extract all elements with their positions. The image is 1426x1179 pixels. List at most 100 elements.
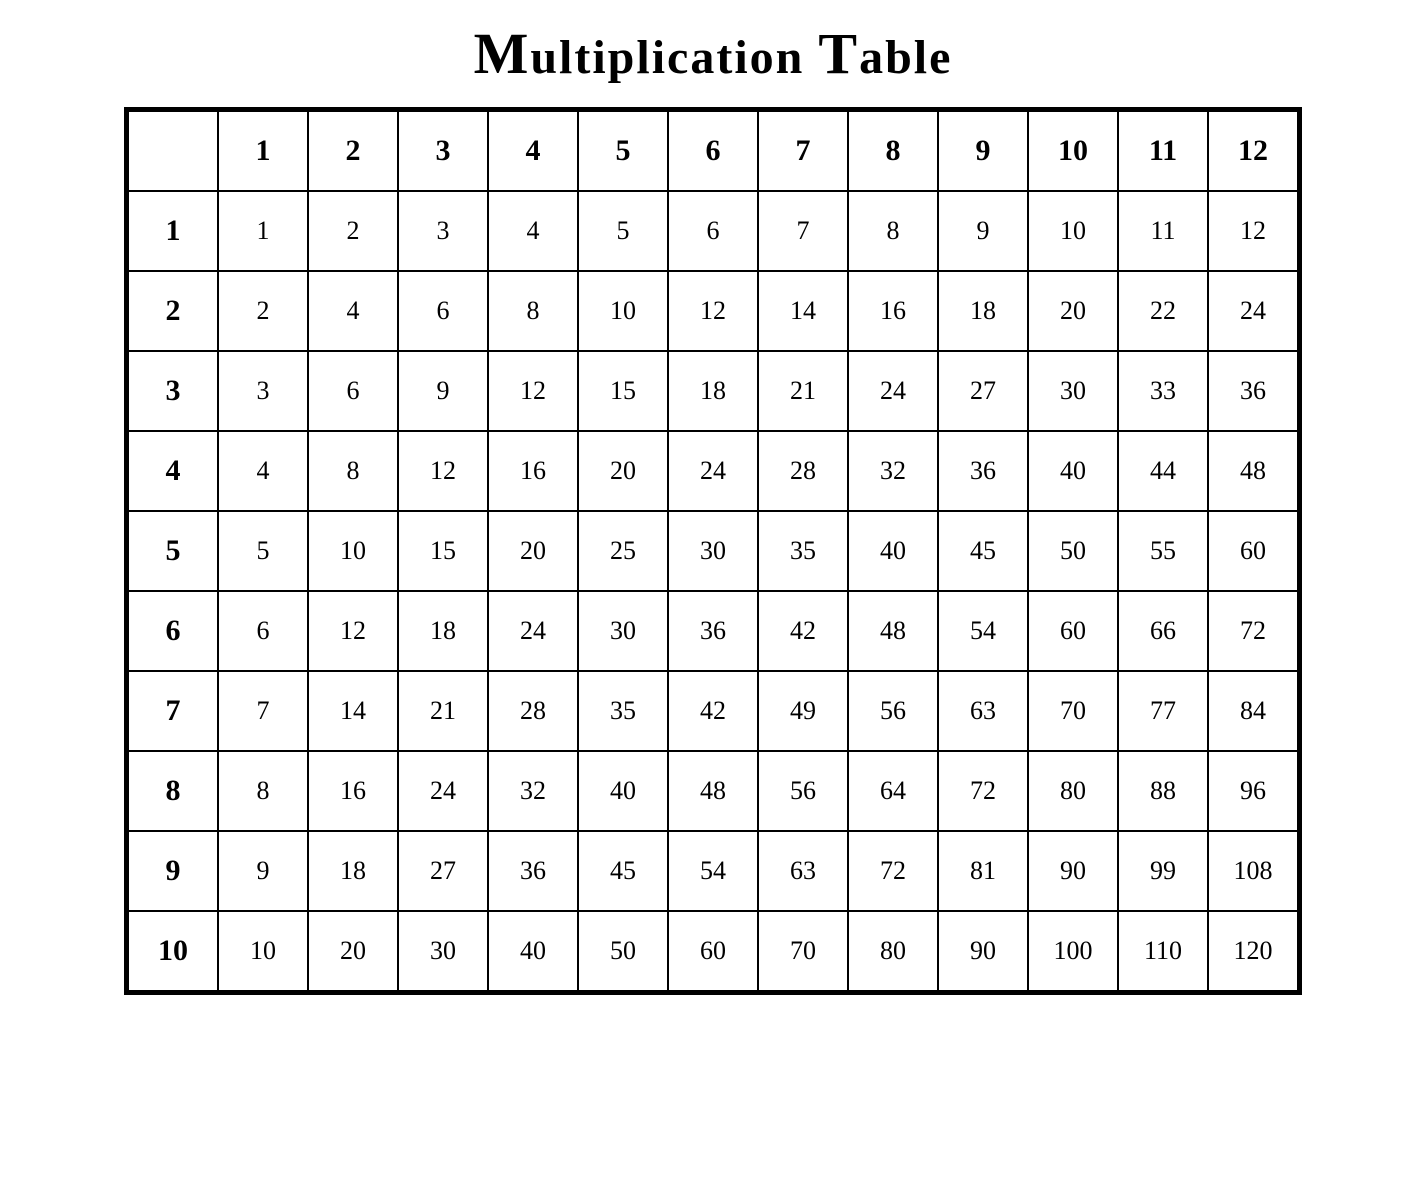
table-cell: 63 bbox=[758, 831, 848, 911]
table-cell: 1 bbox=[218, 191, 308, 271]
column-header: 11 bbox=[1118, 111, 1208, 191]
table-cell: 4 bbox=[218, 431, 308, 511]
table-cell: 8 bbox=[488, 271, 578, 351]
table-row: 9918273645546372819099108 bbox=[128, 831, 1298, 911]
table-cell: 30 bbox=[578, 591, 668, 671]
table-cell: 96 bbox=[1208, 751, 1298, 831]
table-cell: 40 bbox=[1028, 431, 1118, 511]
table-cell: 12 bbox=[668, 271, 758, 351]
row-header: 5 bbox=[128, 511, 218, 591]
table-cell: 3 bbox=[398, 191, 488, 271]
table-cell: 72 bbox=[848, 831, 938, 911]
table-cell: 10 bbox=[218, 911, 308, 991]
table-cell: 24 bbox=[398, 751, 488, 831]
table-cell: 4 bbox=[308, 271, 398, 351]
table-cell: 36 bbox=[488, 831, 578, 911]
table-cell: 56 bbox=[848, 671, 938, 751]
table-cell: 30 bbox=[1028, 351, 1118, 431]
table-cell: 8 bbox=[218, 751, 308, 831]
table-cell: 2 bbox=[218, 271, 308, 351]
table-cell: 28 bbox=[758, 431, 848, 511]
table-cell: 30 bbox=[398, 911, 488, 991]
table-cell: 21 bbox=[758, 351, 848, 431]
table-cell: 36 bbox=[938, 431, 1028, 511]
table-cell: 27 bbox=[398, 831, 488, 911]
row-header: 9 bbox=[128, 831, 218, 911]
column-header: 5 bbox=[578, 111, 668, 191]
table-cell: 32 bbox=[488, 751, 578, 831]
table-row: 10102030405060708090100110120 bbox=[128, 911, 1298, 991]
table-cell: 18 bbox=[308, 831, 398, 911]
table-row: 881624324048566472808896 bbox=[128, 751, 1298, 831]
table-cell: 80 bbox=[848, 911, 938, 991]
table-cell: 15 bbox=[578, 351, 668, 431]
table-row: 44812162024283236404448 bbox=[128, 431, 1298, 511]
table-cell: 11 bbox=[1118, 191, 1208, 271]
column-header: 3 bbox=[398, 111, 488, 191]
table-row: 551015202530354045505560 bbox=[128, 511, 1298, 591]
row-header: 7 bbox=[128, 671, 218, 751]
table-cell: 18 bbox=[938, 271, 1028, 351]
table-cell: 12 bbox=[308, 591, 398, 671]
table-cell: 16 bbox=[848, 271, 938, 351]
table-cell: 72 bbox=[938, 751, 1028, 831]
table-cell: 10 bbox=[1028, 191, 1118, 271]
table-cell: 16 bbox=[488, 431, 578, 511]
table-cell: 110 bbox=[1118, 911, 1208, 991]
table-cell: 15 bbox=[398, 511, 488, 591]
table-cell: 21 bbox=[398, 671, 488, 751]
table-cell: 49 bbox=[758, 671, 848, 751]
table-row: 3369121518212427303336 bbox=[128, 351, 1298, 431]
table-cell: 63 bbox=[938, 671, 1028, 751]
corner-cell bbox=[128, 111, 218, 191]
table-cell: 99 bbox=[1118, 831, 1208, 911]
table-cell: 30 bbox=[668, 511, 758, 591]
table-cell: 36 bbox=[1208, 351, 1298, 431]
table-cell: 6 bbox=[398, 271, 488, 351]
table-cell: 8 bbox=[308, 431, 398, 511]
row-header: 8 bbox=[128, 751, 218, 831]
table-cell: 40 bbox=[848, 511, 938, 591]
table-cell: 32 bbox=[848, 431, 938, 511]
table-cell: 44 bbox=[1118, 431, 1208, 511]
table-cell: 64 bbox=[848, 751, 938, 831]
table-cell: 42 bbox=[758, 591, 848, 671]
table-row: 771421283542495663707784 bbox=[128, 671, 1298, 751]
column-header: 12 bbox=[1208, 111, 1298, 191]
table-cell: 100 bbox=[1028, 911, 1118, 991]
table-cell: 20 bbox=[488, 511, 578, 591]
table-cell: 50 bbox=[578, 911, 668, 991]
table-cell: 5 bbox=[218, 511, 308, 591]
table-cell: 55 bbox=[1118, 511, 1208, 591]
table-cell: 9 bbox=[398, 351, 488, 431]
table-cell: 25 bbox=[578, 511, 668, 591]
row-header: 1 bbox=[128, 191, 218, 271]
column-header: 7 bbox=[758, 111, 848, 191]
row-header: 10 bbox=[128, 911, 218, 991]
table-cell: 6 bbox=[668, 191, 758, 271]
table-cell: 18 bbox=[668, 351, 758, 431]
multiplication-table: 1234567891011121123456789101112224681012… bbox=[124, 107, 1302, 995]
table-row: 1123456789101112 bbox=[128, 191, 1298, 271]
table-cell: 60 bbox=[668, 911, 758, 991]
table-cell: 24 bbox=[668, 431, 758, 511]
table-cell: 70 bbox=[1028, 671, 1118, 751]
row-header: 6 bbox=[128, 591, 218, 671]
column-header: 2 bbox=[308, 111, 398, 191]
table-cell: 60 bbox=[1208, 511, 1298, 591]
table-cell: 48 bbox=[1208, 431, 1298, 511]
row-header: 2 bbox=[128, 271, 218, 351]
column-header: 9 bbox=[938, 111, 1028, 191]
table-cell: 40 bbox=[578, 751, 668, 831]
table-cell: 40 bbox=[488, 911, 578, 991]
column-header: 4 bbox=[488, 111, 578, 191]
table-cell: 60 bbox=[1028, 591, 1118, 671]
table-cell: 24 bbox=[1208, 271, 1298, 351]
table-cell: 10 bbox=[308, 511, 398, 591]
column-header: 1 bbox=[218, 111, 308, 191]
table-cell: 54 bbox=[668, 831, 758, 911]
table-cell: 90 bbox=[1028, 831, 1118, 911]
table-cell: 9 bbox=[938, 191, 1028, 271]
column-header: 8 bbox=[848, 111, 938, 191]
table-cell: 24 bbox=[848, 351, 938, 431]
